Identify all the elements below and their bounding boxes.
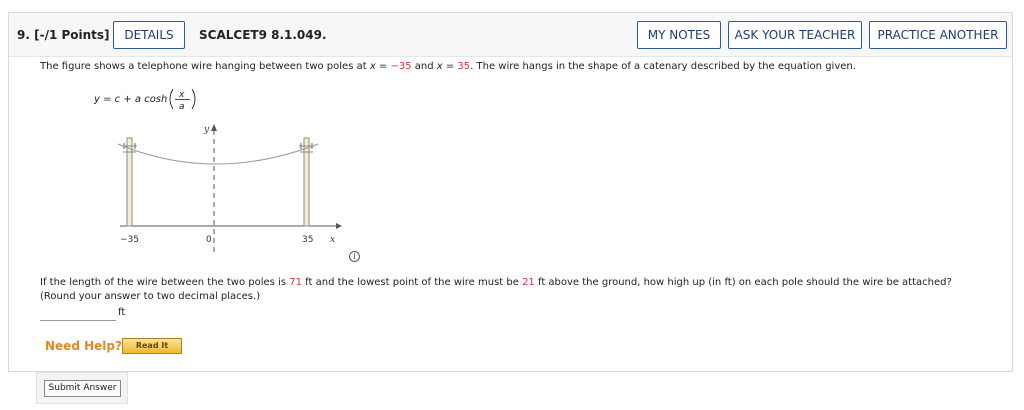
ask-your-teacher-button[interactable]: ASK YOUR TEACHER bbox=[728, 21, 862, 49]
x-axis-arrow bbox=[336, 223, 342, 229]
statement-x-value-2: 35 bbox=[457, 61, 471, 72]
question-id: SCALCET9 8.1.049. bbox=[199, 28, 327, 42]
y-axis-arrow bbox=[211, 124, 217, 131]
statement-x-2: x = bbox=[436, 61, 458, 72]
read-it-button[interactable]: Read It bbox=[122, 338, 182, 354]
statement-x-value-1: −35 bbox=[390, 61, 412, 72]
practice-another-button[interactable]: PRACTICE ANOTHER bbox=[869, 21, 1007, 49]
equation-lhs: y = c + a cosh bbox=[94, 94, 167, 105]
y-axis-label: y bbox=[203, 125, 210, 135]
left-paren bbox=[169, 88, 174, 110]
statement-and: and bbox=[411, 61, 437, 72]
wire-length-value: 71 bbox=[289, 277, 302, 288]
points-label: [-/1 Points] bbox=[34, 28, 110, 42]
my-notes-button[interactable]: MY NOTES bbox=[637, 21, 721, 49]
question-text: If the length of the wire between the tw… bbox=[40, 276, 985, 304]
answer-input[interactable] bbox=[40, 307, 116, 321]
tick-label-left: −35 bbox=[120, 235, 139, 245]
equation-numerator: x bbox=[178, 90, 185, 100]
lowest-point-value: 21 bbox=[522, 277, 535, 288]
question-header: 9. [-/1 Points] DETAILS SCALCET9 8.1.049… bbox=[9, 13, 1012, 57]
tick-label-origin: 0 bbox=[206, 235, 212, 245]
left-pole bbox=[126, 137, 133, 227]
catenary-equation: y = c + a cosh x a bbox=[93, 86, 204, 115]
tick-label-right: 35 bbox=[302, 235, 313, 245]
equation-denominator: a bbox=[179, 102, 185, 112]
need-help-label: Need Help? bbox=[45, 339, 122, 353]
statement-text-2: . The wire hangs in the shape of a caten… bbox=[470, 61, 856, 72]
question-number: 9. [-/1 Points] bbox=[17, 28, 110, 42]
catenary-wire bbox=[117, 143, 319, 165]
statement-text-1: The figure shows a telephone wire hangin… bbox=[40, 61, 370, 72]
figure-svg: y x −35 0 35 bbox=[117, 124, 342, 253]
catenary-figure: y x −35 0 35 bbox=[100, 118, 360, 268]
problem-statement: The figure shows a telephone wire hangin… bbox=[40, 61, 856, 72]
submit-answer-button[interactable]: Submit Answer bbox=[44, 380, 121, 397]
answer-unit: ft bbox=[118, 307, 126, 318]
statement-x-1: x = bbox=[369, 61, 391, 72]
submit-area: Submit Answer bbox=[36, 372, 128, 404]
equation-svg: y = c + a cosh x a bbox=[93, 88, 196, 112]
question-text-1: If the length of the wire between the tw… bbox=[40, 277, 290, 288]
question-number-text: 9. bbox=[17, 28, 30, 42]
info-icon[interactable]: i bbox=[349, 251, 360, 262]
right-paren bbox=[191, 88, 196, 110]
question-text-2: ft and the lowest point of the wire must… bbox=[301, 277, 523, 288]
right-pole bbox=[303, 137, 310, 227]
details-button[interactable]: DETAILS bbox=[113, 21, 185, 49]
x-axis-label: x bbox=[330, 235, 335, 245]
